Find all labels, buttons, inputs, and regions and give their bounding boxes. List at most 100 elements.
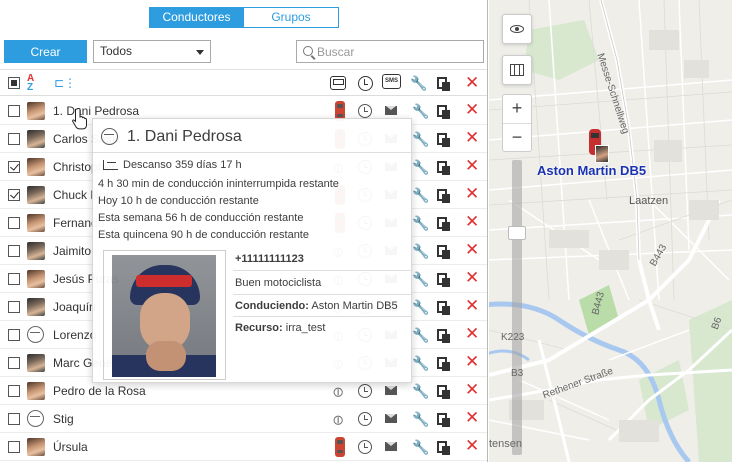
driver-name[interactable]: Stig <box>53 412 74 426</box>
row-checkbox[interactable] <box>8 413 20 425</box>
delete-icon[interactable]: ✕ <box>465 129 481 147</box>
zoom-in-button[interactable]: + <box>503 95 531 123</box>
driver-avatar <box>27 438 45 456</box>
delete-icon[interactable]: ✕ <box>465 157 481 175</box>
delete-icon[interactable]: ✕ <box>465 297 481 315</box>
row-checkbox[interactable] <box>8 245 20 257</box>
delete-icon[interactable]: ✕ <box>465 437 481 455</box>
row-checkbox[interactable] <box>8 133 20 145</box>
copy-icon[interactable] <box>437 329 450 343</box>
wrench-icon[interactable]: 🔧 <box>412 244 429 260</box>
bus-icon[interactable] <box>330 76 346 90</box>
delete-icon[interactable]: ✕ <box>465 325 481 343</box>
row-checkbox[interactable] <box>8 441 20 453</box>
mail-icon[interactable] <box>385 442 397 451</box>
copy-icon[interactable] <box>437 77 450 91</box>
delete-icon[interactable]: ✕ <box>465 409 481 427</box>
unit-marker[interactable] <box>587 129 609 167</box>
wrench-icon[interactable]: 🔧 <box>412 300 429 316</box>
zoom-out-button[interactable]: − <box>503 123 531 151</box>
row-checkbox[interactable] <box>8 329 20 341</box>
tab-grupos[interactable]: Grupos <box>244 7 339 28</box>
copy-icon[interactable] <box>437 189 450 203</box>
delete-icon[interactable]: ✕ <box>465 381 481 399</box>
driver-name[interactable]: Lorenzo <box>53 328 96 342</box>
layers-visibility-button[interactable] <box>502 14 532 44</box>
clock-icon[interactable] <box>358 384 372 398</box>
copy-icon[interactable] <box>437 301 450 315</box>
search-input[interactable] <box>317 43 477 60</box>
copy-icon[interactable] <box>437 413 450 427</box>
wrench-icon[interactable]: 🔧 <box>412 216 429 232</box>
filter-select[interactable]: Todos <box>93 40 211 63</box>
select-all-checkbox[interactable] <box>8 77 20 89</box>
row-checkbox[interactable] <box>8 161 20 173</box>
copy-icon[interactable] <box>437 273 450 287</box>
driver-name[interactable]: 1. Dani Pedrosa <box>53 104 139 118</box>
copy-icon[interactable] <box>437 133 450 147</box>
delete-icon[interactable]: ✕ <box>465 269 481 287</box>
row-checkbox[interactable] <box>8 217 20 229</box>
copy-icon[interactable] <box>437 105 450 119</box>
row-checkbox[interactable] <box>8 357 20 369</box>
unbind-icon[interactable]: ⊘ <box>328 380 352 403</box>
wrench-icon[interactable]: 🔧 <box>412 160 429 176</box>
wrench-icon[interactable]: 🔧 <box>412 132 429 148</box>
clock-icon[interactable] <box>358 440 372 454</box>
driver-row[interactable]: Úrsula 🔧 ✕ <box>0 433 487 461</box>
mail-icon[interactable] <box>385 106 397 115</box>
wrench-icon[interactable]: 🔧 <box>412 188 429 204</box>
zoom-slider-thumb[interactable] <box>508 226 526 240</box>
sms-icon[interactable]: SMS <box>382 74 401 89</box>
driver-avatar <box>27 242 45 260</box>
clock-icon[interactable] <box>358 76 373 91</box>
driver-name[interactable]: Jaimito <box>53 244 91 258</box>
copy-icon[interactable] <box>437 245 450 259</box>
mail-icon[interactable] <box>385 414 397 423</box>
popup-line: 4 h 30 min de conducción ininterrumpida … <box>98 178 339 190</box>
unbind-icon[interactable]: ⊘ <box>328 408 352 431</box>
mail-icon[interactable] <box>385 386 397 395</box>
popup-line: Esta semana 56 h de conducción restante <box>98 212 304 224</box>
row-checkbox[interactable] <box>8 385 20 397</box>
driver-name[interactable]: Joaquín <box>53 300 96 314</box>
wrench-icon[interactable]: 🔧 <box>412 356 429 372</box>
copy-icon[interactable] <box>437 385 450 399</box>
delete-icon[interactable]: ✕ <box>465 101 481 119</box>
group-tree-icon[interactable]: ⊏⋮ <box>54 76 76 90</box>
wrench-icon[interactable]: 🔧 <box>412 412 429 428</box>
driver-row[interactable]: Stig ⊘ 🔧 ✕ <box>0 405 487 433</box>
wrench-icon[interactable]: 🔧 <box>412 104 429 120</box>
row-checkbox[interactable] <box>8 301 20 313</box>
chevron-down-icon <box>196 50 204 55</box>
wrench-icon[interactable]: 🔧 <box>412 328 429 344</box>
wrench-icon[interactable]: 🔧 <box>412 384 429 400</box>
row-checkbox[interactable] <box>8 189 20 201</box>
delete-icon[interactable]: ✕ <box>465 213 481 231</box>
unit-label[interactable]: Aston Martin DB5 <box>537 163 646 178</box>
delete-icon[interactable]: ✕ <box>465 241 481 259</box>
map-view[interactable]: + − Messe-Schnellweg Laatzen B443 B443 B… <box>489 0 732 462</box>
copy-icon[interactable] <box>437 357 450 371</box>
clock-icon[interactable] <box>358 104 372 118</box>
wrench-icon[interactable]: 🔧 <box>412 272 429 288</box>
driver-name[interactable]: Pedro de la Rosa <box>53 384 146 398</box>
delete-icon[interactable]: ✕ <box>465 353 481 371</box>
copy-icon[interactable] <box>437 161 450 175</box>
driver-name[interactable]: Úrsula <box>53 440 88 454</box>
copy-icon[interactable] <box>437 217 450 231</box>
create-button[interactable]: Crear <box>4 40 87 63</box>
row-checkbox[interactable] <box>8 273 20 285</box>
copy-icon[interactable] <box>437 441 450 455</box>
car-icon[interactable] <box>335 437 345 457</box>
zoom-slider[interactable] <box>508 160 526 455</box>
map-type-button[interactable] <box>502 55 532 85</box>
delete-icon[interactable]: ✕ <box>465 185 481 203</box>
sort-az-icon[interactable]: AZ <box>27 74 34 93</box>
row-checkbox[interactable] <box>8 105 20 117</box>
tab-conductores[interactable]: Conductores <box>149 7 244 28</box>
delete-icon[interactable]: ✕ <box>465 73 479 93</box>
wrench-icon[interactable]: 🔧 <box>410 75 427 92</box>
clock-icon[interactable] <box>358 412 372 426</box>
wrench-icon[interactable]: 🔧 <box>412 440 429 456</box>
